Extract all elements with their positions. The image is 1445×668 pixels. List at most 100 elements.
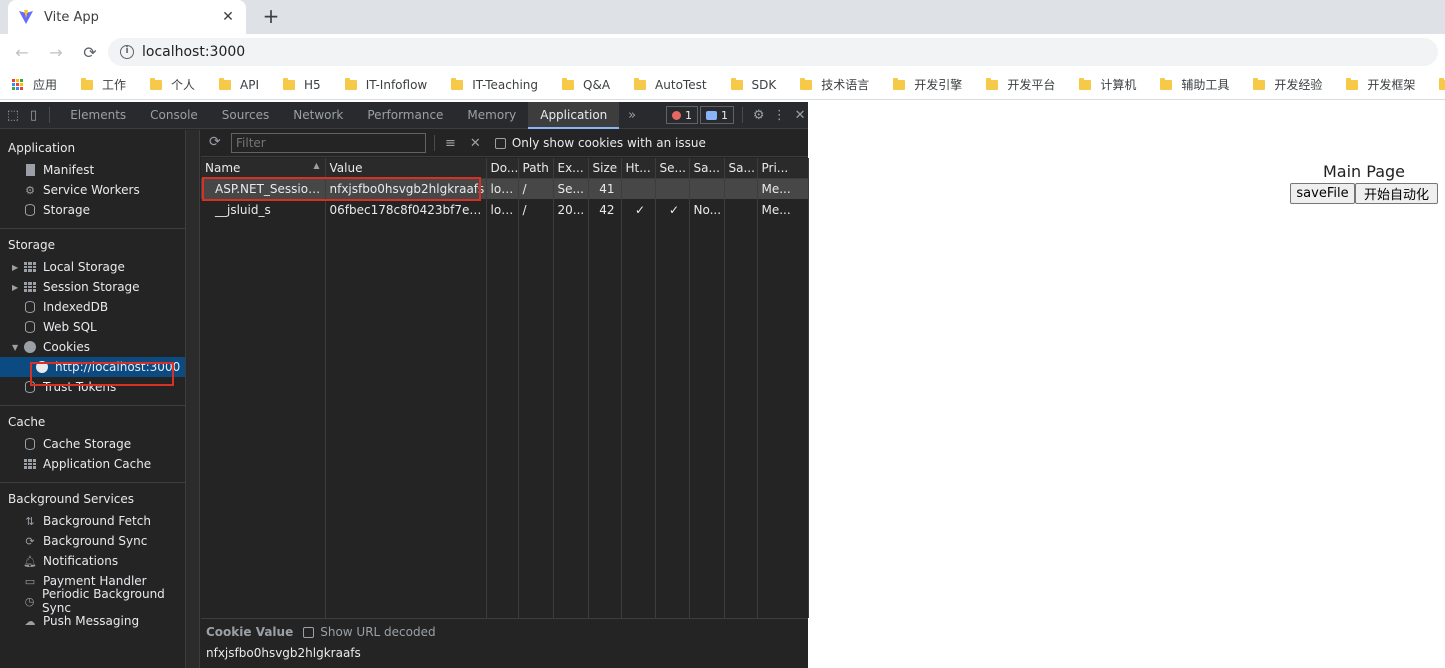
- table-cell: [724, 178, 758, 199]
- only-issues-checkbox[interactable]: Only show cookies with an issue: [494, 136, 706, 150]
- bookmark-item[interactable]: IT-Teaching: [451, 77, 538, 92]
- table-row[interactable]: ASP.NET_SessionId nfxjsfbo0hsvgb2hlgkraaf…: [201, 178, 809, 199]
- column-header[interactable]: Sa...: [689, 158, 725, 179]
- sidebar-item-cache-storage[interactable]: Cache Storage: [0, 434, 185, 454]
- apps-grid-icon: [12, 78, 24, 91]
- sidebar-item-periodic-background-sync[interactable]: ◷ Periodic Background Sync: [0, 587, 185, 615]
- cookies-toolbar: ⟳ ≡ ✕ Only show cookies with an issue: [201, 130, 808, 157]
- bookmark-item[interactable]: 开发平台: [986, 76, 1055, 93]
- cookie-value-label: Cookie Value: [206, 625, 294, 639]
- sidebar-item-trust-tokens[interactable]: Trust Tokens: [0, 377, 185, 397]
- sidebar-item-storage[interactable]: Storage: [0, 200, 185, 220]
- table-cell: ✓: [621, 199, 656, 220]
- tab-console[interactable]: Console: [138, 102, 210, 129]
- sidebar-item-background-sync[interactable]: ⟳ Background Sync: [0, 531, 185, 551]
- sidebar-item-local-storage[interactable]: ▶ Local Storage: [0, 257, 185, 277]
- inspect-element-icon[interactable]: ⬚: [5, 105, 21, 125]
- folder-icon: [344, 77, 357, 90]
- vite-logo-icon: [19, 10, 33, 24]
- folder-icon: [730, 77, 743, 90]
- tab-application[interactable]: Application: [528, 101, 620, 129]
- message-badge[interactable]: 1: [700, 106, 735, 124]
- clear-filtered-icon[interactable]: ≡: [445, 136, 456, 151]
- filter-input[interactable]: [231, 133, 426, 153]
- expand-arrow-icon[interactable]: ▶: [12, 283, 18, 292]
- bookmark-item[interactable]: 个人: [150, 76, 195, 93]
- sidebar-item-manifest[interactable]: Manifest: [0, 160, 185, 180]
- site-info-icon[interactable]: i: [120, 45, 134, 59]
- column-header[interactable]: Sa...: [724, 158, 758, 179]
- sidebar-item-notifications[interactable]: 🔔︎ Notifications: [0, 551, 185, 571]
- tab-performance[interactable]: Performance: [355, 102, 455, 129]
- bookmark-item[interactable]: IT-Infoflow: [344, 77, 427, 92]
- sidebar-item-indexeddb[interactable]: IndexedDB: [0, 297, 185, 317]
- bookmark-item[interactable]: AutoTest: [634, 77, 707, 92]
- table-row[interactable]: __jsluid_s06fbec178c8f0423bf7e863...loc.…: [201, 199, 809, 220]
- page-title: Main Page: [1322, 162, 1405, 181]
- checkbox-box[interactable]: [303, 626, 315, 638]
- start-automation-button[interactable]: 开始自动化: [1355, 183, 1438, 204]
- tab-elements[interactable]: Elements: [58, 102, 138, 129]
- sidebar-scrollbar[interactable]: [186, 130, 200, 668]
- bookmark-item[interactable]: 开发框架: [1346, 76, 1415, 93]
- column-header[interactable]: Ex...: [553, 158, 589, 179]
- bookmark-item[interactable]: API: [219, 77, 259, 92]
- bookmark-item[interactable]: 应用: [12, 76, 57, 93]
- delete-selected-icon[interactable]: ✕: [470, 136, 481, 151]
- column-header[interactable]: Pri...: [757, 158, 809, 179]
- tab-sources[interactable]: Sources: [210, 102, 281, 129]
- sidebar-item-cookie-origin[interactable]: http://localhost:3000: [0, 357, 185, 377]
- bookmark-item[interactable]: 计算机: [1079, 76, 1136, 93]
- more-options-icon[interactable]: ⋮: [772, 105, 788, 125]
- sidebar-item-cookies[interactable]: ▼ Cookies: [0, 337, 185, 357]
- refresh-icon[interactable]: ⟳: [209, 134, 221, 150]
- bookmark-item[interactable]: 工具开发: [1439, 76, 1445, 93]
- device-toolbar-icon[interactable]: ▯: [26, 105, 42, 125]
- sidebar-item-background-fetch[interactable]: ⇅ Background Fetch: [0, 511, 185, 531]
- settings-gear-icon[interactable]: ⚙: [751, 105, 767, 125]
- sidebar-item-application-cache[interactable]: Application Cache: [0, 454, 185, 474]
- checkbox-box[interactable]: [494, 137, 506, 149]
- bookmark-item[interactable]: 工作: [81, 76, 126, 93]
- error-badge[interactable]: 1: [666, 106, 699, 124]
- bookmark-item[interactable]: 开发经验: [1253, 76, 1322, 93]
- bookmark-item[interactable]: 技术语言: [800, 76, 869, 93]
- cloud-icon: ☁: [24, 614, 36, 628]
- address-bar[interactable]: i localhost:3000: [108, 38, 1438, 66]
- column-header[interactable]: Value: [325, 158, 487, 179]
- bookmark-item[interactable]: H5: [283, 77, 321, 92]
- save-file-button[interactable]: saveFile: [1290, 183, 1355, 204]
- sidebar-item-push-messaging[interactable]: ☁ Push Messaging: [0, 611, 185, 631]
- address-url: localhost:3000: [142, 44, 246, 60]
- more-tabs-icon[interactable]: »: [624, 105, 640, 125]
- show-url-decoded-checkbox[interactable]: Show URL decoded: [303, 625, 436, 639]
- bookmark-item[interactable]: 辅助工具: [1160, 76, 1229, 93]
- column-header[interactable]: Ht...: [621, 158, 656, 179]
- back-button[interactable]: ←: [8, 38, 36, 66]
- sidebar-item-service-workers[interactable]: ⚙ Service Workers: [0, 180, 185, 200]
- bookmark-item[interactable]: SDK: [730, 77, 776, 92]
- column-header[interactable]: Path: [518, 158, 554, 179]
- column-header[interactable]: Se...: [655, 158, 690, 179]
- browser-tab[interactable]: Vite App ✕: [8, 0, 246, 34]
- column-header[interactable]: Do...: [486, 158, 519, 179]
- close-devtools-icon[interactable]: ✕: [792, 105, 808, 125]
- reload-button[interactable]: ⟳: [76, 38, 104, 66]
- sidebar-item-web-sql[interactable]: Web SQL: [0, 317, 185, 337]
- cookie-value-text: nfxjsfbo0hsvgb2hlgkraafs: [206, 646, 361, 660]
- expand-arrow-icon[interactable]: ▶: [12, 263, 18, 272]
- tab-memory[interactable]: Memory: [455, 102, 528, 129]
- new-tab-button[interactable]: +: [260, 6, 282, 28]
- tab-network[interactable]: Network: [281, 102, 355, 129]
- section-title-background-services: Background Services: [8, 492, 135, 506]
- bookmark-item[interactable]: 开发引擎: [893, 76, 962, 93]
- column-header[interactable]: Size: [588, 158, 622, 179]
- folder-icon: [800, 77, 813, 90]
- column-header[interactable]: Name ▲: [201, 158, 326, 179]
- bookmark-item[interactable]: Q&A: [562, 77, 610, 92]
- sidebar-item-session-storage[interactable]: ▶ Session Storage: [0, 277, 185, 297]
- forward-button[interactable]: →: [42, 38, 70, 66]
- table-cell: loc...: [486, 199, 519, 220]
- collapse-arrow-icon[interactable]: ▼: [12, 343, 18, 352]
- tab-close-icon[interactable]: ✕: [220, 9, 236, 25]
